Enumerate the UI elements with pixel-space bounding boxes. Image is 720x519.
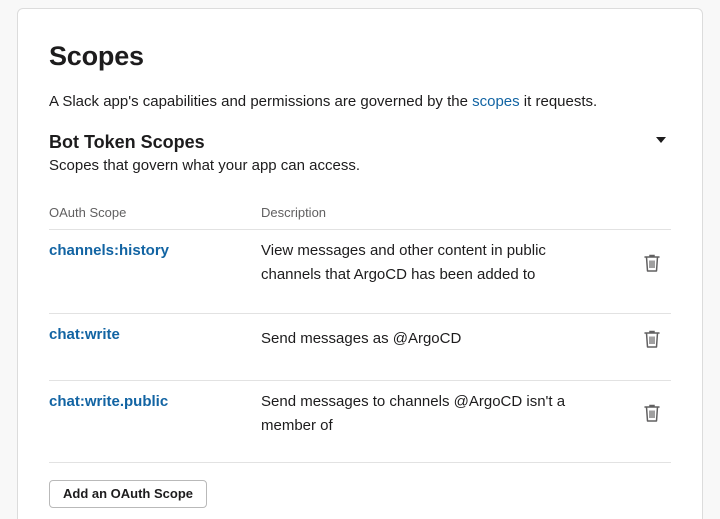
scope-name-link[interactable]: channels:history xyxy=(49,242,169,259)
scope-description: View messages and other content in publi… xyxy=(261,242,546,283)
scopes-card: Scopes A Slack app's capabilities and pe… xyxy=(17,8,703,519)
scope-description: Send messages to channels @ArgoCD isn't … xyxy=(261,393,566,434)
intro-text-before: A Slack app's capabilities and permissio… xyxy=(49,93,473,110)
trash-icon[interactable] xyxy=(643,329,661,349)
intro-text-after: it requests. xyxy=(519,93,598,110)
scopes-link[interactable]: scopes xyxy=(472,93,520,110)
add-oauth-scope-button[interactable]: Add an OAuth Scope xyxy=(49,480,207,508)
scope-name-link[interactable]: chat:write xyxy=(49,326,120,343)
oauth-scope-column-header: OAuth Scope xyxy=(49,205,127,220)
scope-row-channels-history: channels:history View messages and other… xyxy=(49,229,671,313)
scope-name-link[interactable]: chat:write.public xyxy=(49,393,168,410)
bot-token-scopes-heading: Bot Token Scopes xyxy=(49,132,205,152)
table-bottom-divider xyxy=(49,462,671,463)
scope-description: Send messages as @ArgoCD xyxy=(261,330,462,347)
trash-icon[interactable] xyxy=(643,403,661,423)
page-title: Scopes xyxy=(49,41,144,71)
scope-row-chat-write-public: chat:write.public Send messages to chann… xyxy=(49,380,671,462)
caret-down-icon[interactable] xyxy=(656,137,666,143)
scope-row-chat-write: chat:write Send messages as @ArgoCD xyxy=(49,313,671,380)
description-column-header: Description xyxy=(261,205,327,220)
trash-icon[interactable] xyxy=(643,253,661,273)
bot-token-scopes-description: Scopes that govern what your app can acc… xyxy=(49,157,361,174)
scopes-intro: A Slack app's capabilities and permissio… xyxy=(49,93,597,110)
